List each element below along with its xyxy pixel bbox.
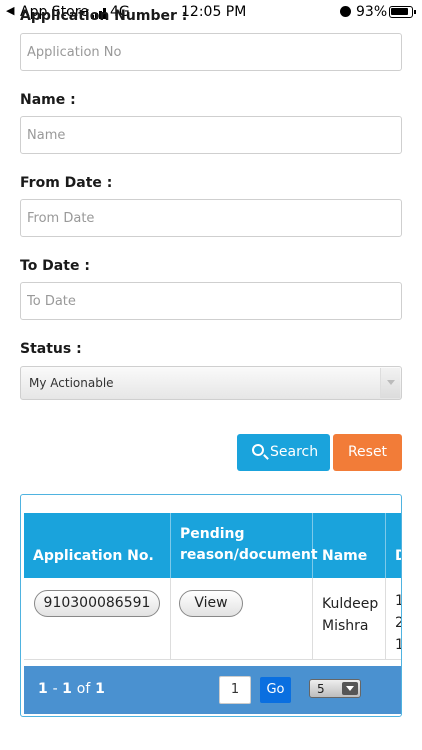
from-date-input[interactable] xyxy=(20,199,402,237)
reset-button[interactable]: Reset xyxy=(333,434,402,471)
back-arrow-icon[interactable]: ◀ xyxy=(6,4,14,17)
column-header[interactable]: Application No. xyxy=(24,513,171,578)
search-button-label: Search xyxy=(270,444,319,460)
go-button[interactable]: Go xyxy=(260,677,291,703)
application-number-label: Application Number : xyxy=(20,8,188,24)
page-size-select[interactable]: 5 xyxy=(309,679,361,698)
column-header-label: Name xyxy=(322,548,368,564)
of-word: of xyxy=(76,681,91,697)
battery-icon xyxy=(389,6,416,18)
page-size-value: 5 xyxy=(317,682,325,696)
page-number-input[interactable]: 1 xyxy=(219,676,251,704)
pagination-info: 1 - 1 of 1 xyxy=(38,681,105,697)
table-cell: 910300086591 xyxy=(24,578,171,660)
chevron-down-icon xyxy=(342,682,358,695)
column-header-label: D xyxy=(395,546,401,567)
pagination-bar: 1 - 1 of 1 1 Go 5 xyxy=(24,666,401,714)
view-button[interactable]: View xyxy=(179,590,243,617)
to-date-label: To Date : xyxy=(20,258,90,274)
table-cell: Kuldeep Mishra xyxy=(313,578,386,660)
battery-percent: 93% xyxy=(356,4,388,20)
status-selected-value: My Actionable xyxy=(29,376,114,390)
application-number-input[interactable] xyxy=(20,33,402,71)
application-number-button[interactable]: 910300086591 xyxy=(34,590,160,617)
clock: 12:05 PM xyxy=(181,4,247,20)
column-header[interactable]: Name xyxy=(313,513,386,578)
date-fragment: 1 xyxy=(395,637,401,653)
table-cell: View xyxy=(171,578,313,660)
chevron-down-icon xyxy=(380,368,400,398)
search-icon xyxy=(252,444,264,456)
table-row: 910300086591 View Kuldeep Mishra 1 2 1 xyxy=(24,578,401,660)
column-header-label: Application No. xyxy=(33,548,154,564)
status-select[interactable]: My Actionable xyxy=(20,366,402,400)
table-cell: 1 2 1 xyxy=(386,578,401,660)
date-fragment: 2 xyxy=(395,615,401,631)
column-header[interactable]: Pending reason/document xyxy=(171,513,318,578)
range-end: 1 xyxy=(62,681,72,697)
table-header: Application No. Pending reason/document … xyxy=(24,513,401,578)
name-label: Name : xyxy=(20,92,76,108)
date-fragment: 1 xyxy=(395,593,401,609)
range-start: 1 xyxy=(38,681,48,697)
from-date-label: From Date : xyxy=(20,175,113,191)
name-input[interactable] xyxy=(20,116,402,154)
alarm-icon xyxy=(340,6,351,17)
applicant-name: Kuldeep Mishra xyxy=(322,596,379,634)
status-label: Status : xyxy=(20,341,82,357)
to-date-input[interactable] xyxy=(20,282,402,320)
search-button[interactable]: Search xyxy=(237,434,330,471)
column-header-label: Pending reason/document xyxy=(180,526,318,563)
range-total: 1 xyxy=(95,681,105,697)
results-panel: Application No. Pending reason/document … xyxy=(20,494,402,717)
column-header[interactable]: D xyxy=(386,513,401,578)
